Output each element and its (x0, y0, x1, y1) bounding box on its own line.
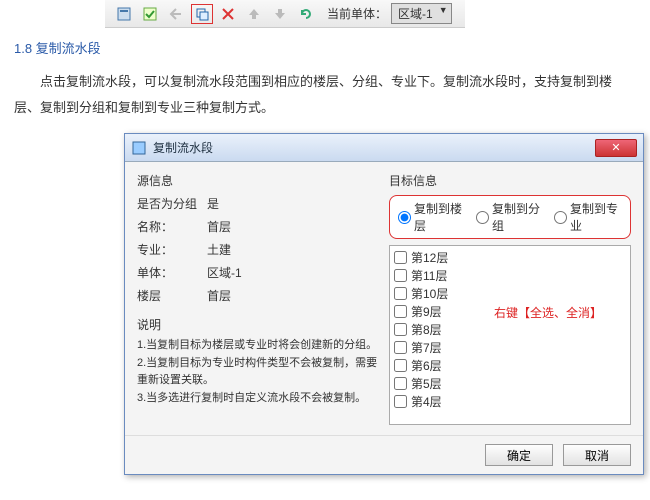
floor-listbox[interactable]: 第12层第11层第10层第9层第8层第7层第6层第5层第4层 右键【全选、全消】 (389, 245, 631, 425)
radio-copy-to-group[interactable]: 复制到分组 (476, 200, 544, 234)
note-1: 1.当复制目标为楼层或专业时将会创建新的分组。 (137, 337, 379, 355)
radio-copy-to-floor[interactable]: 复制到楼层 (398, 200, 466, 234)
floor-label: 第5层 (411, 375, 442, 392)
floor-label: 第7层 (411, 339, 442, 356)
copy-flow-segment-dialog: 复制流水段 ✕ 源信息 是否为分组 是 名称： 首层 专业： 土建 单体： 区域… (124, 133, 644, 475)
toolbar-btn-3[interactable] (165, 4, 187, 24)
dialog-titlebar: 复制流水段 ✕ (125, 134, 643, 162)
toolbar-down-btn[interactable] (269, 4, 291, 24)
cancel-button[interactable]: 取消 (563, 444, 631, 466)
name-value: 首层 (207, 218, 379, 235)
unit-label: 单体： (137, 264, 207, 281)
list-item[interactable]: 第5层 (394, 374, 626, 392)
unit-value: 区域-1 (207, 264, 379, 281)
dialog-footer: 确定 取消 (125, 435, 643, 474)
paragraph-1: 点击复制流水段，可以复制流水段范围到相应的楼层、分组、专业下。复制流水段时，支持… (14, 69, 636, 121)
document-body: 1.8 复制流水段 点击复制流水段，可以复制流水段范围到相应的楼层、分组、专业下… (0, 28, 650, 489)
spec-value: 土建 (207, 241, 379, 258)
list-item[interactable]: 第10层 (394, 284, 626, 302)
floor-label: 第4层 (411, 393, 442, 410)
toolbar-up-btn[interactable] (243, 4, 265, 24)
close-button[interactable]: ✕ (595, 139, 637, 157)
floor-label: 楼层 (137, 287, 207, 304)
note-3: 3.当多选进行复制时自定义流水段不会被复制。 (137, 390, 379, 408)
radio-input-floor[interactable] (398, 211, 411, 224)
close-icon: ✕ (611, 141, 620, 154)
floor-checkbox[interactable] (394, 377, 407, 390)
list-item[interactable]: 第6层 (394, 356, 626, 374)
floor-checkbox[interactable] (394, 287, 407, 300)
floor-checkbox[interactable] (394, 395, 407, 408)
name-label: 名称： (137, 218, 207, 235)
current-unit-select[interactable]: 区域-1 (391, 3, 452, 24)
current-unit-label: 当前单体： (327, 5, 387, 22)
floor-checkbox[interactable] (394, 305, 407, 318)
notes-title: 说明 (137, 316, 379, 333)
copy-flow-segment-button[interactable] (191, 4, 213, 24)
is-group-value: 是 (207, 195, 379, 212)
copy-mode-radio-group: 复制到楼层 复制到分组 复制到专业 (389, 195, 631, 239)
floor-label: 第12层 (411, 249, 448, 266)
floor-label: 第11层 (411, 267, 447, 284)
spec-label: 专业： (137, 241, 207, 258)
main-toolbar: 当前单体： 区域-1 (105, 0, 465, 28)
radio-input-spec[interactable] (554, 211, 567, 224)
floor-label: 第9层 (411, 303, 442, 320)
floor-checkbox[interactable] (394, 251, 407, 264)
list-item[interactable]: 第12层 (394, 248, 626, 266)
list-item[interactable]: 第7层 (394, 338, 626, 356)
ok-button[interactable]: 确定 (485, 444, 553, 466)
notes-list: 1.当复制目标为楼层或专业时将会创建新的分组。 2.当复制目标为专业时构件类型不… (137, 337, 379, 407)
floor-checkbox[interactable] (394, 359, 407, 372)
context-menu-hint: 右键【全选、全消】 (494, 304, 602, 321)
floor-checkbox[interactable] (394, 341, 407, 354)
is-group-label: 是否为分组 (137, 195, 207, 212)
app-icon (131, 140, 147, 156)
floor-label: 第10层 (411, 285, 448, 302)
floor-checkbox[interactable] (394, 323, 407, 336)
floor-label: 第6层 (411, 357, 442, 374)
list-item[interactable]: 第4层 (394, 392, 626, 410)
radio-input-group[interactable] (476, 211, 489, 224)
toolbar-delete-btn[interactable] (217, 4, 239, 24)
target-panel: 目标信息 复制到楼层 复制到分组 复制到专业 第12层第11层第10层第9层第8… (389, 172, 631, 425)
floor-value: 首层 (207, 287, 379, 304)
note-2: 2.当复制目标为专业时构件类型不会被复制，需要重新设置关联。 (137, 355, 379, 390)
floor-checkbox[interactable] (394, 269, 407, 282)
toolbar-btn-1[interactable] (113, 4, 135, 24)
target-panel-title: 目标信息 (389, 172, 631, 189)
dialog-title: 复制流水段 (153, 139, 595, 156)
toolbar-refresh-btn[interactable] (295, 4, 317, 24)
section-title: 1.8 复制流水段 (14, 38, 636, 57)
toolbar-btn-2[interactable] (139, 4, 161, 24)
source-panel-title: 源信息 (137, 172, 379, 189)
source-panel: 源信息 是否为分组 是 名称： 首层 专业： 土建 单体： 区域-1 楼层 首层… (137, 172, 379, 425)
radio-copy-to-spec[interactable]: 复制到专业 (554, 200, 622, 234)
list-item[interactable]: 第8层 (394, 320, 626, 338)
list-item[interactable]: 第11层 (394, 266, 626, 284)
floor-label: 第8层 (411, 321, 442, 338)
